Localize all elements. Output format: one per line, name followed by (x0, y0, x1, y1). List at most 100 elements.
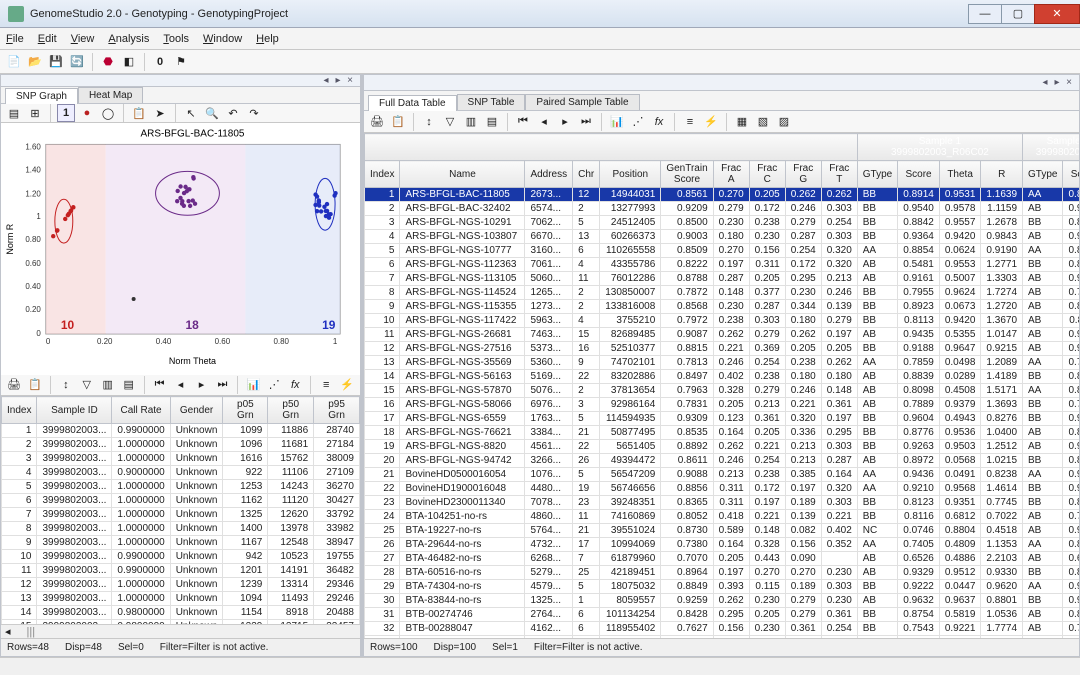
open-icon[interactable]: 📂 (26, 53, 44, 71)
menu-file[interactable]: File (6, 33, 24, 45)
table-row[interactable]: 6ARS-BFGL-NGS-1123637061...4433557860.82… (365, 258, 1080, 272)
col-header[interactable]: Frac C (749, 161, 785, 188)
pointer-icon[interactable]: ➤ (151, 104, 169, 122)
redo-icon[interactable]: ↷ (245, 104, 263, 122)
panel-next-icon[interactable]: ▸ (1051, 77, 1063, 88)
sort-icon[interactable]: ↕ (57, 376, 75, 394)
menu-help[interactable]: Help (256, 33, 279, 45)
samples-table[interactable]: IndexSample IDCall RateGenderp05 Grnp50 … (1, 396, 360, 624)
col-header[interactable]: p50 Grn (268, 397, 314, 424)
table-row[interactable]: 23999802003...1.0000000Unknown1096116812… (2, 438, 360, 452)
bolt-icon[interactable]: ⚡ (702, 113, 720, 131)
first-icon[interactable]: ⏮ (151, 376, 169, 394)
copy-icon[interactable]: 📋 (130, 104, 148, 122)
col-header[interactable]: Sample ID (37, 397, 112, 424)
table-row[interactable]: 25BTA-19227-no-rs5764...21395510240.8730… (365, 524, 1080, 538)
table-row[interactable]: 11ARS-BFGL-NGS-266817463...15826894850.9… (365, 328, 1080, 342)
table-row[interactable]: 5ARS-BFGL-NGS-107773160...61102655580.85… (365, 244, 1080, 258)
menu-view[interactable]: View (71, 33, 95, 45)
cluster-icon[interactable]: ⬣ (99, 53, 117, 71)
table-row[interactable]: 143999802003...0.9800000Unknown115489182… (2, 606, 360, 620)
col-header[interactable]: Position (600, 161, 661, 188)
table-row[interactable]: 30BTA-83844-no-rs1325...180595570.92590.… (365, 594, 1080, 608)
col-header[interactable]: GType (857, 161, 897, 188)
next-icon[interactable]: ▸ (556, 113, 574, 131)
dot-icon[interactable]: ● (78, 104, 96, 122)
table-row[interactable]: 133999802003...1.0000000Unknown109411493… (2, 592, 360, 606)
panel-close-icon[interactable]: × (1063, 77, 1075, 88)
full-data-table[interactable]: Sample 13999802003_R06C02Sample399980200… (364, 133, 1079, 638)
table-row[interactable]: 9ARS-BFGL-NGS-1153551273...21338160080.8… (365, 300, 1080, 314)
panel-prev-icon[interactable]: ◂ (1039, 77, 1051, 88)
cols-icon[interactable]: ▥ (99, 376, 117, 394)
table-row[interactable]: 53999802003...1.0000000Unknown1253142433… (2, 480, 360, 494)
table-row[interactable]: 1ARS-BFGL-BAC-118052673...12149440310.85… (365, 188, 1080, 202)
table-row[interactable]: 31BTB-002747462764...61011342540.84280.2… (365, 608, 1080, 622)
table-row[interactable]: 17ARS-BFGL-NGS-65591763...51145949350.93… (365, 412, 1080, 426)
table-row[interactable]: 22BovineHD19000160484480...19567466560.8… (365, 482, 1080, 496)
scatter-icon[interactable]: ⋰ (629, 113, 647, 131)
col-header[interactable]: p05 Grn (223, 397, 268, 424)
table-row[interactable]: 43999802003...0.9000000Unknown9221110627… (2, 466, 360, 480)
table-row[interactable]: 4ARS-BFGL-NGS-1038076670...13602663730.9… (365, 230, 1080, 244)
table-row[interactable]: 13999802003...0.9900000Unknown1099118862… (2, 424, 360, 438)
col-header[interactable]: Frac T (821, 161, 857, 188)
table-row[interactable]: 16ARS-BFGL-NGS-580666976...3929861640.78… (365, 398, 1080, 412)
cols2-icon[interactable]: ▤ (483, 113, 501, 131)
tab-heat-map[interactable]: Heat Map (78, 87, 143, 103)
table-row[interactable]: 2ARS-BFGL-BAC-324026574...2132779930.920… (365, 202, 1080, 216)
palette-icon[interactable]: ◧ (120, 53, 138, 71)
col-header[interactable]: Frac G (785, 161, 821, 188)
new-icon[interactable]: 📄 (5, 53, 23, 71)
col-header[interactable]: Chr (573, 161, 600, 188)
table-row[interactable]: 18ARS-BFGL-NGS-766213384...21508774950.8… (365, 426, 1080, 440)
flag-icon[interactable]: ⚑ (172, 53, 190, 71)
table-row[interactable]: 123999802003...1.0000000Unknown123913314… (2, 578, 360, 592)
menu-edit[interactable]: Edit (38, 33, 57, 45)
extra2-icon[interactable]: ▧ (754, 113, 772, 131)
cols-icon[interactable]: ▥ (462, 113, 480, 131)
table-row[interactable]: 33999802003...1.0000000Unknown1616157623… (2, 452, 360, 466)
snp-chart[interactable]: ARS-BFGL-BAC-11805 0 0.20 0.40 0.60 0.80… (1, 123, 360, 375)
tab-snp-table[interactable]: SNP Table (457, 94, 526, 110)
table-row[interactable]: 8ARS-BFGL-NGS-1145241265...21308500070.7… (365, 286, 1080, 300)
table-row[interactable]: 29BTA-74304-no-rs4579...5180750320.88490… (365, 580, 1080, 594)
table-row[interactable]: 113999802003...0.9900000Unknown120114191… (2, 564, 360, 578)
last-icon[interactable]: ⏭ (577, 113, 595, 131)
bars-icon[interactable]: ≡ (681, 113, 699, 131)
col-header[interactable]: Frac A (713, 161, 749, 188)
table-row[interactable]: 24BTA-104251-no-rs4860...11741608690.805… (365, 510, 1080, 524)
table-row[interactable]: 73999802003...1.0000000Unknown1325126203… (2, 508, 360, 522)
table-row[interactable]: 23BovineHD23000113407078...23392483510.8… (365, 496, 1080, 510)
bars-icon[interactable]: ≡ (317, 376, 335, 394)
table-row[interactable]: 12ARS-BFGL-NGS-275165373...16525103770.8… (365, 342, 1080, 356)
menu-tools[interactable]: Tools (163, 33, 189, 45)
fx-icon[interactable]: fx (286, 376, 304, 394)
col-header[interactable]: Score (898, 161, 940, 188)
table-row[interactable]: 32BTB-002880474162...61189554020.76270.1… (365, 622, 1080, 636)
minimize-button[interactable]: — (968, 4, 1002, 24)
panel-close-icon[interactable]: × (344, 75, 356, 86)
tab-full-data[interactable]: Full Data Table (368, 95, 457, 111)
col-header[interactable]: GenTrain Score (661, 161, 713, 188)
col-header[interactable]: R (981, 161, 1023, 188)
col-header[interactable]: Index (2, 397, 37, 424)
table-row[interactable]: 26BTA-29644-no-rs4732...17109940690.7380… (365, 538, 1080, 552)
close-button[interactable]: ✕ (1034, 4, 1080, 24)
panel-prev-icon[interactable]: ◂ (320, 75, 332, 86)
undo-icon[interactable]: ↶ (224, 104, 242, 122)
table-row[interactable]: 10ARS-BFGL-NGS-1174225963...437552100.79… (365, 314, 1080, 328)
col-header[interactable]: Theta (939, 161, 981, 188)
table-row[interactable]: 83999802003...1.0000000Unknown1400139783… (2, 522, 360, 536)
ellipse-icon[interactable]: ◯ (99, 104, 117, 122)
col-header[interactable]: Score (1063, 161, 1079, 188)
plot-style-icon[interactable]: ▤ (5, 104, 23, 122)
table-row[interactable]: 14ARS-BFGL-NGS-561635169...22832028860.8… (365, 370, 1080, 384)
one-button[interactable]: 1 (57, 104, 75, 122)
table-row[interactable]: 20ARS-BFGL-NGS-947423266...26493944720.8… (365, 454, 1080, 468)
zoom-icon[interactable]: 🔍 (203, 104, 221, 122)
next-icon[interactable]: ▸ (193, 376, 211, 394)
panel-next-icon[interactable]: ▸ (332, 75, 344, 86)
refresh-icon[interactable]: 🔄 (68, 53, 86, 71)
chart-icon[interactable]: 📊 (608, 113, 626, 131)
